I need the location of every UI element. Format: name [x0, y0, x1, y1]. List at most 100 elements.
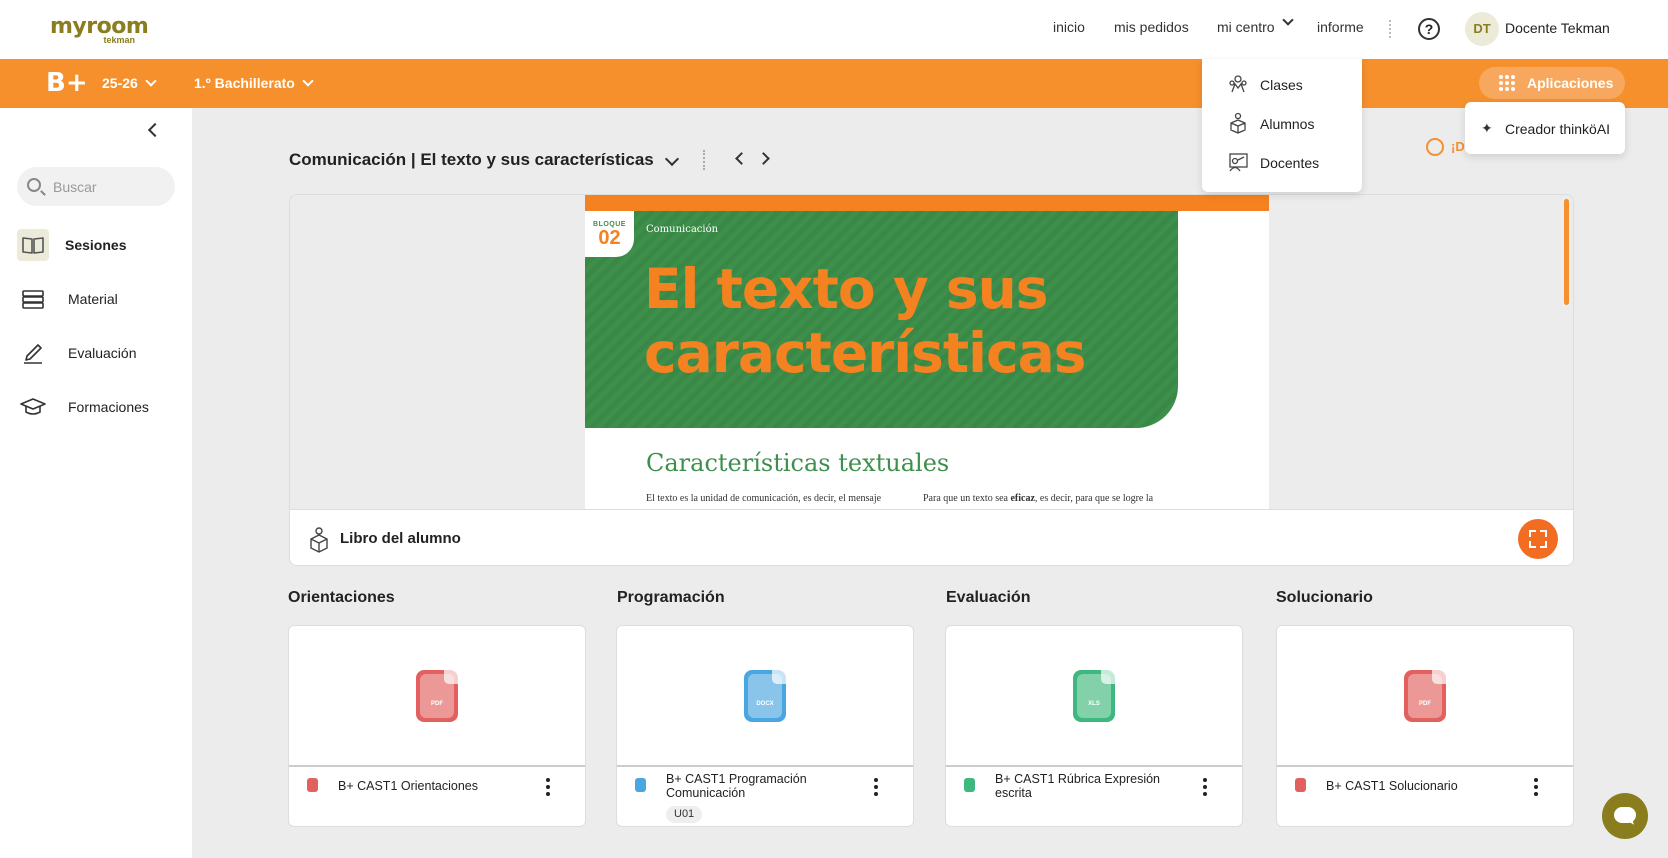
previous-session-icon[interactable] — [735, 152, 748, 165]
smiley-icon[interactable] — [1426, 138, 1444, 156]
file-name[interactable]: B+ CAST1 Orientaciones — [338, 779, 548, 793]
pen-icon — [17, 337, 49, 369]
feedback-link[interactable]: ¡D — [1451, 139, 1465, 154]
chevron-down-icon — [145, 75, 157, 87]
bplus-logo[interactable]: B+ — [46, 69, 88, 97]
book-viewer: BLOQUE 02 Comunicación El texto y sus ca… — [289, 194, 1574, 566]
next-session-icon[interactable] — [757, 152, 770, 165]
section-title-programacion: Programación — [617, 589, 725, 606]
sidebar-item-label: Sesiones — [65, 237, 127, 253]
file-ext: PDF — [431, 701, 443, 707]
resource-card[interactable]: XLS B+ CAST1 Rúbrica Expresión escrita — [945, 625, 1243, 827]
sidebar-item-label: Material — [68, 291, 118, 307]
nav-inicio[interactable]: inicio — [1053, 19, 1085, 35]
course-label: 1.º Bachillerato — [194, 75, 295, 91]
apps-menu: ✦ Creador thinköAI — [1465, 102, 1625, 154]
file-type-icon — [964, 778, 975, 792]
more-options-icon[interactable] — [546, 778, 550, 796]
menu-item-clases[interactable]: Clases — [1227, 73, 1357, 97]
collapse-sidebar-icon[interactable] — [147, 122, 163, 138]
sidebar-item-formaciones[interactable]: Formaciones — [17, 387, 177, 427]
apps-button[interactable]: Aplicaciones — [1479, 67, 1625, 99]
top-header: myroom tekman inicio mis pedidos mi cent… — [0, 0, 1668, 59]
chat-button[interactable] — [1602, 793, 1648, 839]
sidebar-item-sesiones[interactable]: Sesiones — [17, 225, 177, 265]
resource-card[interactable]: PDF B+ CAST1 Orientaciones — [288, 625, 586, 827]
file-name[interactable]: B+ CAST1 Solucionario — [1326, 779, 1536, 793]
more-options-icon[interactable] — [874, 778, 878, 796]
page-text-span: , es decir, para que se logre la — [1034, 493, 1154, 504]
menu-item-docentes[interactable]: Docentes — [1227, 151, 1357, 175]
file-preview[interactable]: PDF — [1277, 626, 1573, 767]
apps-label: Aplicaciones — [1527, 75, 1614, 91]
resource-card[interactable]: DOCX B+ CAST1 Programación Comunicación … — [616, 625, 914, 827]
page-title-line: El texto y sus — [644, 257, 1049, 321]
teacher-board-icon — [1227, 151, 1249, 178]
title-divider — [703, 150, 705, 170]
page-subject: Comunicación — [646, 224, 719, 235]
nav-mi-centro[interactable]: mi centro — [1217, 14, 1294, 35]
xls-file-icon: XLS — [1073, 670, 1115, 722]
viewer-area[interactable]: BLOQUE 02 Comunicación El texto y sus ca… — [290, 195, 1573, 509]
avatar[interactable]: DT — [1465, 12, 1499, 46]
viewer-footer: Libro del alumno — [290, 509, 1573, 565]
unit-tag: U01 — [666, 806, 703, 823]
file-preview[interactable]: DOCX — [617, 626, 913, 767]
nav-informe[interactable]: informe — [1317, 19, 1364, 35]
page-section-heading: Características textuales — [646, 449, 950, 477]
block-badge: BLOQUE 02 — [585, 211, 634, 257]
file-preview[interactable]: XLS — [946, 626, 1242, 767]
chevron-down-icon — [302, 75, 314, 87]
graduation-cap-icon — [17, 391, 49, 423]
file-type-icon — [307, 778, 318, 792]
section-title-evaluacion: Evaluación — [946, 589, 1031, 606]
apps-grid-icon — [1499, 75, 1516, 92]
viewer-scrollbar[interactable] — [1564, 199, 1569, 305]
menu-item-creador-thinkoai[interactable]: Creador thinköAI — [1505, 121, 1610, 137]
page-title: El texto y sus características — [644, 257, 1164, 385]
search-icon — [27, 178, 41, 192]
logo-subtext: tekman — [103, 35, 135, 45]
pdf-file-icon: PDF — [416, 670, 458, 722]
sidebar-item-material[interactable]: Material — [17, 279, 177, 319]
menu-item-label: Clases — [1260, 77, 1303, 93]
section-title-orientaciones: Orientaciones — [288, 589, 395, 606]
book-page: BLOQUE 02 Comunicación El texto y sus ca… — [585, 195, 1269, 509]
search-box[interactable] — [17, 167, 175, 206]
page-strip — [585, 195, 1269, 211]
course-selector[interactable]: 1.º Bachillerato — [194, 75, 314, 91]
user-name[interactable]: Docente Tekman — [1505, 20, 1610, 36]
file-type-icon — [1295, 778, 1306, 792]
help-icon[interactable]: ? — [1418, 18, 1440, 40]
file-name[interactable]: B+ CAST1 Rúbrica Expresión escrita — [995, 772, 1195, 800]
file-ext: PDF — [1419, 701, 1431, 707]
page-text-span: Para que un texto sea — [923, 493, 1011, 504]
sidebar-item-label: Evaluación — [68, 345, 137, 361]
more-options-icon[interactable] — [1534, 778, 1538, 796]
page-title-line: características — [644, 321, 1086, 385]
myroom-logo[interactable]: myroom tekman — [50, 16, 149, 46]
page-column-text: El texto es la unidad de comunicación, e… — [646, 493, 882, 504]
year-label: 25-26 — [102, 75, 138, 91]
page-column-text: Para que un texto sea eficaz, es decir, … — [923, 493, 1153, 504]
nav-divider — [1389, 20, 1391, 38]
resource-card[interactable]: PDF B+ CAST1 Solucionario — [1276, 625, 1574, 827]
chevron-down-icon[interactable] — [664, 151, 680, 167]
more-options-icon[interactable] — [1203, 778, 1207, 796]
docx-file-icon: DOCX — [744, 670, 786, 722]
search-input[interactable] — [53, 167, 168, 206]
mi-centro-menu: Clases Alumnos Docentes — [1202, 59, 1362, 192]
pdf-file-icon: PDF — [1404, 670, 1446, 722]
chat-bubble-icon — [1614, 807, 1636, 823]
file-ext: XLS — [1088, 701, 1100, 707]
cube-icon — [308, 527, 330, 558]
section-title-solucionario: Solucionario — [1276, 589, 1373, 606]
year-selector[interactable]: 25-26 — [102, 75, 157, 91]
sidebar-item-evaluacion[interactable]: Evaluación — [17, 333, 177, 373]
file-name[interactable]: B+ CAST1 Programación Comunicación — [666, 772, 876, 800]
menu-item-alumnos[interactable]: Alumnos — [1227, 112, 1357, 136]
fullscreen-button[interactable] — [1518, 519, 1558, 559]
session-title[interactable]: Comunicación | El texto y sus caracterís… — [289, 150, 654, 170]
file-preview[interactable]: PDF — [289, 626, 585, 767]
nav-mis-pedidos[interactable]: mis pedidos — [1114, 19, 1189, 35]
